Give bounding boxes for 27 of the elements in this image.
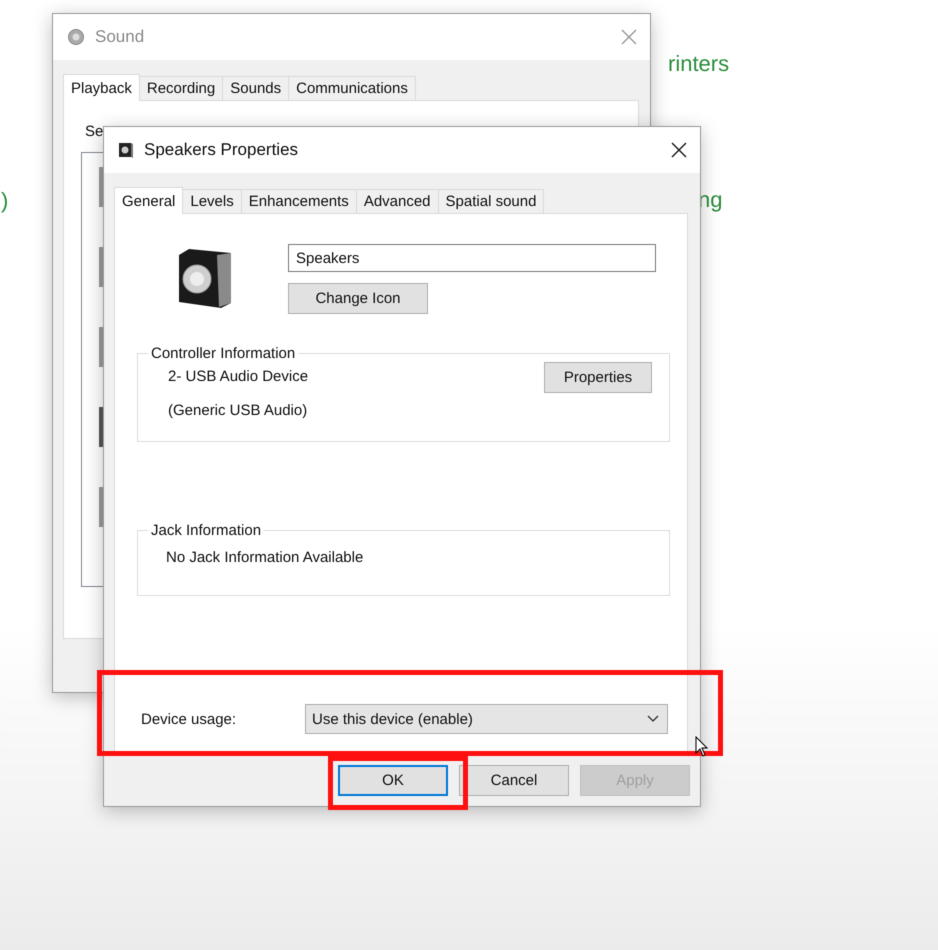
speaker-icon — [177, 247, 233, 309]
speaker-icon — [118, 141, 134, 159]
properties-button[interactable]: Properties — [544, 362, 652, 393]
chevron-down-icon — [647, 715, 659, 723]
dialog-button[interactable]: Cancel — [459, 765, 569, 796]
group-title: Jack Information — [150, 522, 262, 539]
background-text: ) — [1, 188, 8, 214]
dialog-button[interactable]: OK — [338, 765, 448, 796]
device-name-field[interactable]: Speakers — [288, 244, 656, 272]
controller-text: (Generic USB Audio) — [168, 402, 308, 419]
background-text: rinters — [668, 51, 730, 77]
instruction-text: Se — [85, 123, 104, 140]
tab[interactable]: Communications — [288, 76, 416, 100]
window-title: Speakers Properties — [144, 140, 300, 160]
device-usage-label: Device usage: — [141, 710, 236, 728]
group-title: Controller Information — [150, 345, 296, 362]
change-icon-button[interactable]: Change Icon — [288, 283, 428, 314]
tab[interactable]: General — [114, 187, 184, 214]
device-usage-dropdown[interactable]: Use this device (enable) — [305, 704, 668, 734]
controller-text: 2- USB Audio Device — [168, 368, 308, 385]
jack-text: No Jack Information Available — [166, 549, 364, 566]
window-title: Sound — [95, 27, 146, 47]
cursor-icon — [695, 736, 709, 758]
tab[interactable]: Spatial sound — [438, 189, 544, 213]
speaker-icon — [67, 28, 85, 46]
tab[interactable]: Playback — [63, 74, 140, 101]
close-icon[interactable] — [670, 141, 688, 159]
